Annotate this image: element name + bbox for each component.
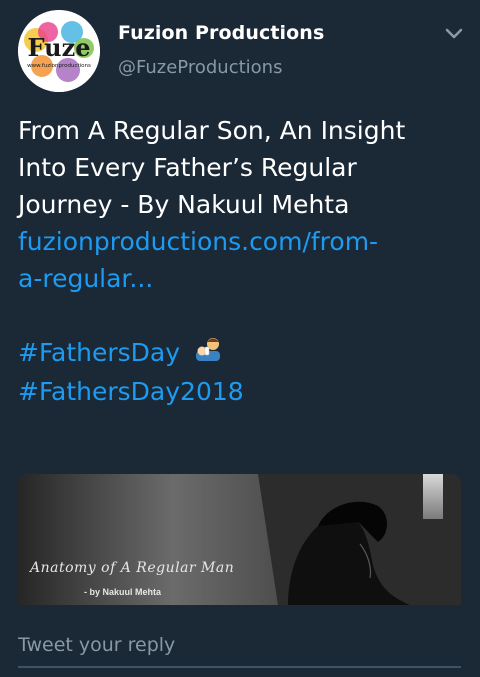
account-name[interactable]: Fuzion Productions <box>118 22 324 44</box>
tweet-text: From A Regular Son, An Insight Into Ever… <box>18 112 463 410</box>
tweet-text-line: From A Regular Son, An Insight <box>18 116 406 145</box>
media-title: Anatomy of A Regular Man <box>30 560 235 576</box>
reply-input[interactable] <box>18 624 461 668</box>
media-subtitle: - by Nakuul Mehta <box>84 587 162 597</box>
tweet-link[interactable]: fuzionproductions.com/from- <box>18 223 463 260</box>
tweet-link[interactable]: a-regular... <box>18 260 463 297</box>
hashtag-fathersday2018[interactable]: #FathersDay2018 <box>18 373 463 410</box>
hashtag-fathersday[interactable]: #FathersDay <box>18 338 180 367</box>
svg-text:www.fuzionproductions: www.fuzionproductions <box>27 63 91 69</box>
account-handle[interactable]: @FuzeProductions <box>118 57 282 78</box>
fuze-logo-icon: Fuze www.fuzionproductions <box>18 10 100 92</box>
video-thumbnail <box>18 474 461 605</box>
tweet-text-line: Into Every Father’s Regular <box>18 153 357 182</box>
avatar[interactable]: Fuze www.fuzionproductions <box>18 10 100 92</box>
tweet-text-line: Journey - By Nakuul Mehta <box>18 190 350 219</box>
man-feeding-baby-icon <box>194 335 224 373</box>
chevron-down-icon[interactable] <box>442 24 466 44</box>
media-image[interactable]: Anatomy of A Regular Man - by Nakuul Meh… <box>18 474 461 605</box>
svg-text:Fuze: Fuze <box>28 33 91 62</box>
